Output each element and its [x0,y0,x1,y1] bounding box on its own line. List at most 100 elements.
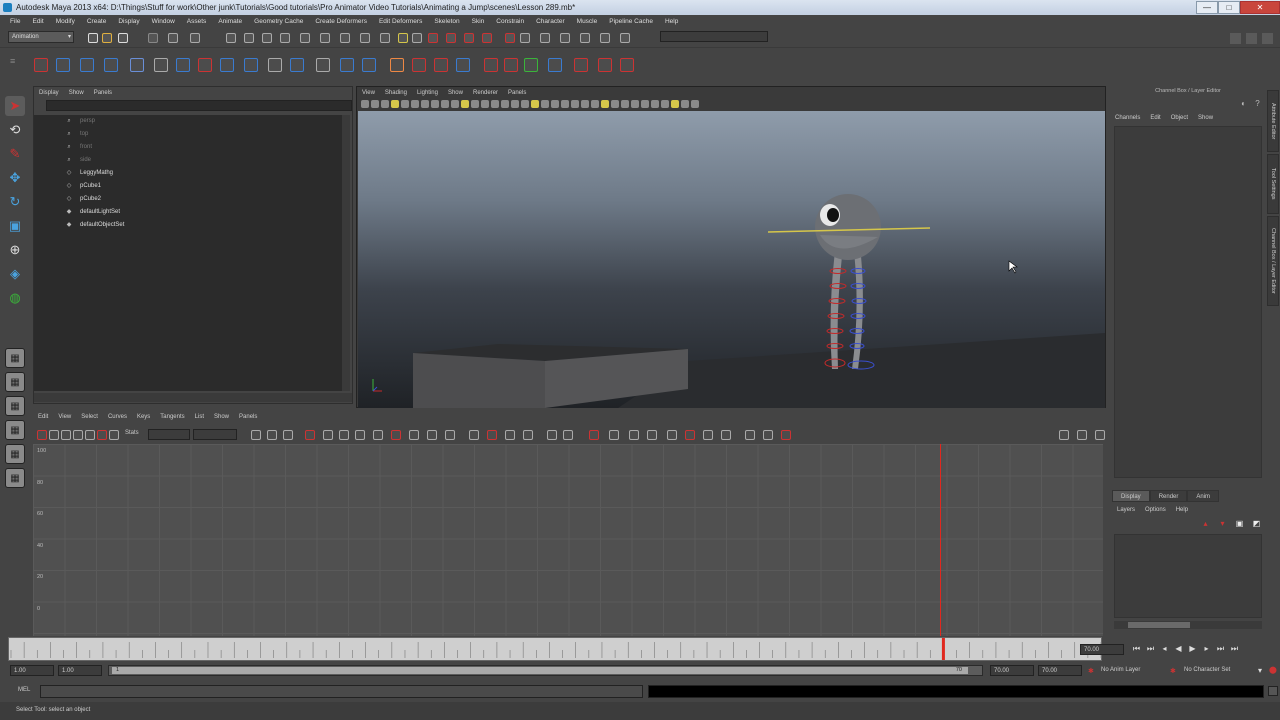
channel-box-menu-edit[interactable]: Edit [1145,112,1165,124]
outliner-scrollbar[interactable] [342,115,350,391]
outliner-item[interactable]: ⌕ front [64,141,92,153]
graph-tool-icon[interactable] [373,430,383,440]
graph-tool-icon[interactable] [97,430,107,440]
menu-create[interactable]: Create [81,15,113,28]
layer-menu-help[interactable]: Help [1171,504,1193,516]
graph-tool-icon[interactable] [85,430,95,440]
viewport-tool-icon[interactable] [621,100,629,108]
show-channel-box-icon[interactable] [1262,33,1273,44]
graph-tool-icon[interactable] [547,430,557,440]
graph-tool-icon[interactable] [523,430,533,440]
graph-tool-icon[interactable] [49,430,59,440]
shelf-tool-icon[interactable] [290,58,304,72]
layer-tab-render[interactable]: Render [1149,490,1188,502]
new-layer-icon[interactable]: ▣ [1234,518,1245,529]
playback-start-field[interactable]: 1.00 [58,665,102,676]
shelf-tool-icon[interactable] [598,58,612,72]
outliner-item[interactable]: ◇ LeggyMathg [64,167,113,179]
shelf-tool-icon[interactable] [80,58,94,72]
viewport-tool-icon[interactable] [601,100,609,108]
graph-tool-icon[interactable] [1077,430,1087,440]
graph-tool-icon[interactable] [685,430,695,440]
range-slider[interactable]: 1 70 [108,665,983,676]
status-line-tool-icon[interactable] [244,33,254,43]
shelf-tool-icon[interactable] [34,58,48,72]
channel-box-settings-icon[interactable]: ◐ [1238,98,1249,109]
menu-constrain[interactable]: Constrain [490,15,530,28]
shelf-tool-icon[interactable] [244,58,258,72]
viewport-tool-icon[interactable] [661,100,669,108]
auto-key-icon[interactable]: ⬤ [1269,666,1277,674]
outliner-menu-show[interactable]: Show [64,87,89,99]
graph-tool-icon[interactable] [267,430,277,440]
layout-preset-icon[interactable]: ▦ [5,372,25,392]
viewport-menu-panels[interactable]: Panels [503,87,531,99]
move-up-icon[interactable]: ▴ [1200,518,1211,529]
shelf-tool-icon[interactable] [198,58,212,72]
outliner-item[interactable]: ⌕ side [64,154,91,166]
status-line-tool-icon[interactable] [340,33,350,43]
layout-preset-icon[interactable]: ▦ [5,468,25,488]
viewport-tool-icon[interactable] [391,100,399,108]
shelf-menu-icon[interactable]: ≡ [10,56,20,74]
graph-tool-icon[interactable] [305,430,315,440]
graph-menu-keys[interactable]: Keys [132,411,155,423]
show-attribute-editor-icon[interactable] [1230,33,1241,44]
viewport-tool-icon[interactable] [551,100,559,108]
stats-value-field[interactable] [148,429,190,440]
graph-tool-icon[interactable] [355,430,365,440]
step-back-frame-icon[interactable]: ◂ [1159,643,1170,654]
viewport-tool-icon[interactable] [361,100,369,108]
viewport-tool-icon[interactable] [531,100,539,108]
shelf-tool-icon[interactable] [456,58,470,72]
graph-tool-icon[interactable] [445,430,455,440]
viewport-tool-icon[interactable] [631,100,639,108]
graph-tool-icon[interactable] [487,430,497,440]
viewport-tool-icon[interactable] [491,100,499,108]
viewport-tool-icon[interactable] [651,100,659,108]
viewport-menu-lighting[interactable]: Lighting [412,87,443,99]
viewport-menu-show[interactable]: Show [443,87,468,99]
channel-box-menu-show[interactable]: Show [1193,112,1218,124]
graph-tool-icon[interactable] [391,430,401,440]
status-line-tool-icon[interactable] [226,33,236,43]
viewport-tool-icon[interactable] [401,100,409,108]
status-line-tool-icon[interactable] [380,33,390,43]
show-tool-settings-icon[interactable] [1246,33,1257,44]
menu-skin[interactable]: Skin [466,15,491,28]
command-input[interactable] [40,685,643,698]
shelf-tool-icon[interactable] [56,58,70,72]
graph-menu-tangents[interactable]: Tangents [155,411,189,423]
viewport-tool-icon[interactable] [461,100,469,108]
viewport-tool-icon[interactable] [681,100,689,108]
shelf-tool-icon[interactable] [130,58,144,72]
last-tool-icon[interactable]: ◈ [5,264,25,284]
status-line-tool-icon[interactable] [118,33,128,43]
layer-menu-layers[interactable]: Layers [1112,504,1140,516]
status-line-tool-icon[interactable] [300,33,310,43]
range-handle[interactable]: 1 70 [112,667,968,674]
viewport-tool-icon[interactable] [431,100,439,108]
graph-menu-view[interactable]: View [53,411,76,423]
outliner-filter-field[interactable] [46,100,352,111]
menu-pipeline-cache[interactable]: Pipeline Cache [603,15,659,28]
shelf-tool-icon[interactable] [434,58,448,72]
graph-tool-icon[interactable] [609,430,619,440]
graph-menu-show[interactable]: Show [209,411,234,423]
graph-menu-select[interactable]: Select [76,411,103,423]
side-tab-1[interactable]: Tool Settings [1267,154,1279,214]
graph-editor-canvas[interactable]: 100 80 60 40 20 0 [33,444,1103,636]
layer-tab-anim[interactable]: Anim [1187,490,1220,502]
graph-tool-icon[interactable] [37,430,47,440]
character-set-label[interactable]: No Character Set [1184,667,1230,673]
step-back-key-icon[interactable]: ⏭ [1145,643,1156,654]
side-tab-2[interactable]: Channel Box / Layer Editor [1267,216,1279,306]
viewport-3d[interactable] [358,111,1105,408]
viewport-tool-icon[interactable] [591,100,599,108]
viewport-tool-icon[interactable] [511,100,519,108]
outliner-item[interactable]: ⌕ persp [64,115,95,127]
menu-animate[interactable]: Animate [212,15,248,28]
graph-menu-list[interactable]: List [190,411,209,423]
quick-selection-field[interactable] [660,31,768,42]
graph-tool-icon[interactable] [505,430,515,440]
